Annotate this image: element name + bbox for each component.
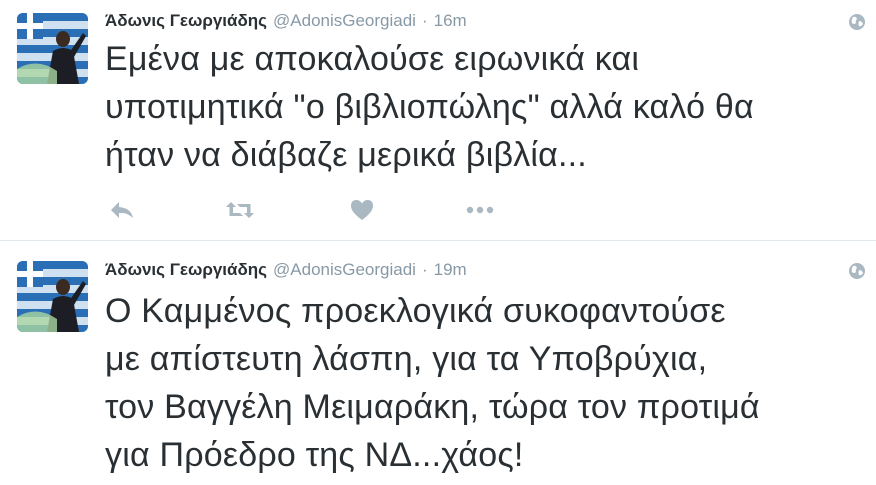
- more-button[interactable]: [463, 195, 497, 225]
- timestamp[interactable]: 16m: [434, 11, 467, 30]
- retweet-icon: [226, 202, 254, 218]
- separator: ·: [421, 11, 428, 30]
- tweet-header: Άδωνις Γεωργιάδης @AdonisGeorgiadi · 19m: [105, 257, 467, 283]
- reply-icon: [111, 202, 133, 218]
- heart-icon: [351, 200, 373, 220]
- tweet-text: Εμένα με αποκαλούσε ειρωνικά και υποτιμη…: [105, 35, 870, 179]
- tweet-actions: [105, 195, 525, 225]
- fullname[interactable]: Άδωνις Γεωργιάδης: [105, 11, 267, 30]
- tweet-text-line: Εμένα με αποκαλούσε ειρωνικά και: [105, 40, 640, 78]
- tweet-text: Ο Καμμένος προεκλογικά συκοφαντούσε με α…: [105, 287, 870, 479]
- like-button[interactable]: [345, 195, 379, 225]
- tweet-text-line: Ο Καμμένος προεκλογικά συκοφαντούσε: [105, 292, 726, 330]
- tweet-text-line: με απίστευτη λάσπη, για τα Υποβρύχια,: [105, 340, 708, 378]
- avatar[interactable]: [17, 13, 88, 84]
- globe-icon: [848, 262, 866, 280]
- username[interactable]: @AdonisGeorgiadi: [273, 260, 416, 279]
- tweet-text-line: ήταν να διάβαζε μερικά βιβλία...: [105, 136, 587, 174]
- username[interactable]: @AdonisGeorgiadi: [273, 11, 416, 30]
- tweet-text-line: για Πρόεδρο της ΝΔ...χάος!: [105, 436, 524, 474]
- globe-icon: [848, 13, 866, 31]
- retweet-button[interactable]: [223, 195, 257, 225]
- fullname[interactable]: Άδωνις Γεωργιάδης: [105, 260, 267, 279]
- timestamp[interactable]: 19m: [434, 260, 467, 279]
- tweet-header: Άδωνις Γεωργιάδης @AdonisGeorgiadi · 16m: [105, 8, 467, 34]
- tweet-text-line: τον Βαγγέλη Μειμαράκη, τώρα τον προτιμά: [105, 388, 760, 426]
- separator: ·: [421, 260, 428, 279]
- tweet-text-line: υποτιμητικά "ο βιβλιοπώλης" αλλά καλό θα: [105, 88, 754, 126]
- tweet[interactable]: Άδωνις Γεωργιάδης @AdonisGeorgiadi · 16m Εμ…: [0, 0, 876, 240]
- reply-button[interactable]: [105, 195, 139, 225]
- avatar[interactable]: [17, 261, 88, 332]
- tweet[interactable]: Άδωνις Γεωργιάδης @AdonisGeorgiadi · 19m Ο …: [0, 241, 876, 485]
- more-icon: [466, 206, 494, 214]
